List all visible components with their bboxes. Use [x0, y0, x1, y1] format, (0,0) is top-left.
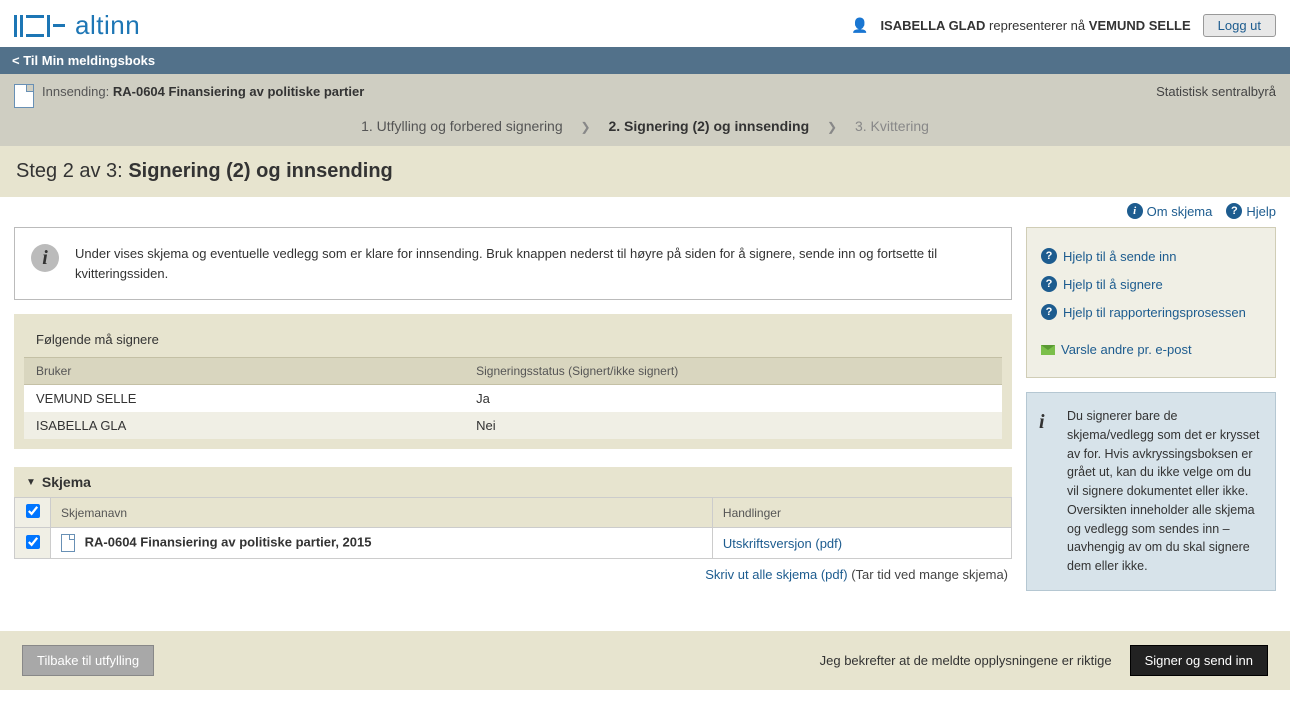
col-handlinger: Handlinger: [712, 498, 1011, 528]
help-icon: ?: [1041, 304, 1057, 320]
side-info-text: Du signerer bare de skjema/vedlegg som d…: [1067, 409, 1259, 573]
submission-band: Innsending: RA-0604 Finansiering av poli…: [0, 74, 1290, 146]
sign-send-button[interactable]: Signer og send inn: [1130, 645, 1268, 676]
side-column: ? Hjelp til å sende inn ? Hjelp til å sign…: [1026, 227, 1276, 591]
logo[interactable]: altinn: [14, 10, 140, 41]
user-name: ISABELLA GLAD representerer nå VEMUND SE…: [880, 18, 1190, 33]
help-send-link[interactable]: Hjelp til å sende inn: [1063, 249, 1176, 264]
info-icon: i: [31, 244, 59, 272]
document-icon: [14, 84, 34, 108]
print-all-row: Skriv ut alle skjema (pdf) (Tar tid ved …: [14, 559, 1012, 582]
row-checkbox[interactable]: [26, 535, 40, 549]
side-info-panel: i Du signerer bare de skjema/vedlegg som…: [1026, 392, 1276, 591]
col-skjemanavn: Skjemanavn: [51, 498, 713, 528]
info-box: i Under vises skjema og eventuelle vedle…: [14, 227, 1012, 300]
logo-text: altinn: [75, 10, 140, 41]
table-row: VEMUND SELLE Ja: [24, 385, 1002, 413]
footer-bar: Tilbake til utfylling Jeg bekrefter at d…: [0, 631, 1290, 690]
help-icon: ?: [1041, 276, 1057, 292]
header-links: i Om skjema ? Hjelp: [0, 197, 1290, 227]
user-icon: 👤: [851, 17, 868, 34]
help-icon: ?: [1226, 203, 1242, 219]
sign-panel: Følgende må signere Bruker Signeringssta…: [14, 314, 1012, 449]
agency-name: Statistisk sentralbyrå: [1156, 84, 1276, 99]
info-icon: i: [1039, 407, 1045, 437]
col-checkbox: [15, 498, 51, 528]
step-2[interactable]: 2. Signering (2) og innsending: [598, 118, 819, 134]
print-all-link[interactable]: Skriv ut alle skjema (pdf): [705, 567, 847, 582]
col-user: Bruker: [24, 358, 464, 385]
print-version-link[interactable]: Utskriftsversjon (pdf): [723, 536, 842, 551]
logout-button[interactable]: Logg ut: [1203, 14, 1276, 37]
back-bar: < Til Min meldingsboks: [0, 47, 1290, 74]
info-icon: i: [1127, 203, 1143, 219]
col-status: Signeringsstatus (Signert/ikke signert): [464, 358, 1002, 385]
signers-table: Bruker Signeringsstatus (Signert/ikke si…: [24, 357, 1002, 439]
skjema-name: RA-0604 Finansiering av politiske partie…: [85, 534, 372, 549]
side-help-panel: ? Hjelp til å sende inn ? Hjelp til å sign…: [1026, 227, 1276, 378]
chevron-right-icon: ❯: [577, 120, 595, 134]
sign-panel-title: Følgende må signere: [24, 324, 1002, 357]
table-row: RA-0604 Finansiering av politiske partie…: [15, 528, 1012, 559]
back-button[interactable]: Tilbake til utfylling: [22, 645, 154, 676]
logo-mark-icon: [14, 15, 65, 37]
step-1[interactable]: 1. Utfylling og forbered signering: [351, 118, 573, 134]
confirm-text: Jeg bekrefter at de meldte opplysningene…: [820, 653, 1112, 668]
main-column: i Under vises skjema og eventuelle vedle…: [14, 227, 1012, 582]
print-all-note: (Tar tid ved mange skjema): [851, 567, 1008, 582]
about-schema-link[interactable]: i Om skjema: [1127, 203, 1213, 219]
topbar: altinn 👤 ISABELLA GLAD representerer nå …: [0, 0, 1290, 47]
skjema-section-header[interactable]: ▼ Skjema: [14, 467, 1012, 497]
help-icon: ?: [1041, 248, 1057, 264]
user-area: 👤 ISABELLA GLAD representerer nå VEMUND …: [851, 14, 1276, 37]
submission-label: Innsending:: [42, 84, 109, 99]
table-row: ISABELLA GLA Nei: [24, 412, 1002, 439]
skjema-table: Skjemanavn Handlinger RA-0604 Finansieri…: [14, 497, 1012, 559]
back-to-inbox-link[interactable]: < Til Min meldingsboks: [12, 53, 155, 68]
mail-icon: [1041, 345, 1055, 355]
chevron-right-icon: ❯: [823, 120, 841, 134]
document-icon: [61, 534, 75, 552]
steps-row: 1. Utfylling og forbered signering ❯ 2. …: [0, 108, 1290, 134]
step-title-band: Steg 2 av 3: Signering (2) og innsending: [0, 146, 1290, 197]
help-sign-link[interactable]: Hjelp til å signere: [1063, 277, 1163, 292]
submission-title: RA-0604 Finansiering av politiske partie…: [113, 84, 364, 99]
info-text: Under vises skjema og eventuelle vedlegg…: [75, 244, 995, 283]
step-3: 3. Kvittering: [845, 118, 939, 134]
help-link[interactable]: ? Hjelp: [1226, 203, 1276, 219]
notify-email-link[interactable]: Varsle andre pr. e-post: [1061, 342, 1192, 357]
step-prefix: Steg 2 av 3:: [16, 160, 123, 182]
caret-down-icon: ▼: [26, 477, 36, 488]
select-all-checkbox[interactable]: [26, 504, 40, 518]
step-main-title: Signering (2) og innsending: [128, 160, 392, 182]
help-report-link[interactable]: Hjelp til rapporteringsprosessen: [1063, 305, 1246, 320]
